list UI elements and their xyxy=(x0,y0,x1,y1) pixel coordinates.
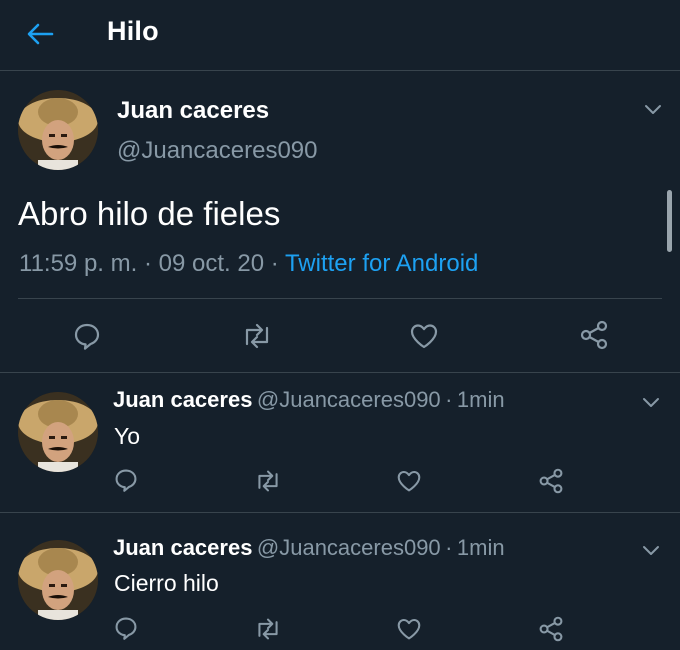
top-bar xyxy=(0,0,680,71)
avatar[interactable] xyxy=(18,392,98,472)
reply-header: Juan caceres @Juancaceres090 · 1min xyxy=(113,387,505,413)
retweet-icon[interactable] xyxy=(253,469,283,493)
tweet-date: 09 oct. 20 xyxy=(158,250,265,277)
reply-icon[interactable] xyxy=(114,616,138,640)
tweet-text: Cierro hilo xyxy=(114,570,219,596)
chevron-down-icon[interactable] xyxy=(641,395,661,409)
tweet-time: 11:59 p. m. xyxy=(19,250,138,277)
like-icon[interactable] xyxy=(396,617,422,641)
meta-separator: · xyxy=(445,387,453,412)
reply-icon[interactable] xyxy=(114,468,138,492)
scrollbar[interactable] xyxy=(667,190,672,252)
share-icon[interactable] xyxy=(579,320,609,350)
reply-icon[interactable] xyxy=(73,322,101,350)
author-handle[interactable]: @Juancaceres090 xyxy=(257,387,441,412)
avatar[interactable] xyxy=(18,540,98,620)
retweet-icon[interactable] xyxy=(253,617,283,641)
meta-separator: · xyxy=(143,250,152,277)
tweet-text: Abro hilo de fieles xyxy=(18,195,281,232)
reply-header: Juan caceres @Juancaceres090 · 1min xyxy=(113,535,505,561)
tweet-text: Yo xyxy=(114,423,141,449)
reply-time: 1min xyxy=(456,535,505,560)
author-name[interactable]: Juan caceres xyxy=(113,535,252,560)
author-name[interactable]: Juan caceres xyxy=(113,387,252,412)
divider xyxy=(0,372,680,373)
meta-separator: · xyxy=(445,535,453,560)
author-handle[interactable]: @Juancaceres090 xyxy=(117,137,317,165)
tweet-meta: 11:59 p. m. · 09 oct. 20 · Twitter for A… xyxy=(19,250,478,278)
author-name[interactable]: Juan caceres xyxy=(117,97,269,125)
avatar[interactable] xyxy=(18,90,98,170)
meta-separator: · xyxy=(270,250,279,277)
like-icon[interactable] xyxy=(409,322,439,350)
like-icon[interactable] xyxy=(396,469,422,493)
divider xyxy=(0,512,680,513)
back-arrow-icon[interactable] xyxy=(22,16,58,52)
reply-time: 1min xyxy=(456,387,505,412)
chevron-down-icon[interactable] xyxy=(643,102,663,116)
author-handle[interactable]: @Juancaceres090 xyxy=(257,535,441,560)
chevron-down-icon[interactable] xyxy=(641,543,661,557)
divider xyxy=(18,298,662,299)
share-icon[interactable] xyxy=(538,468,564,494)
share-icon[interactable] xyxy=(538,616,564,642)
tweet-source-link[interactable]: Twitter for Android xyxy=(285,250,478,277)
retweet-icon[interactable] xyxy=(240,322,274,350)
page-title: Hilo xyxy=(107,16,159,46)
